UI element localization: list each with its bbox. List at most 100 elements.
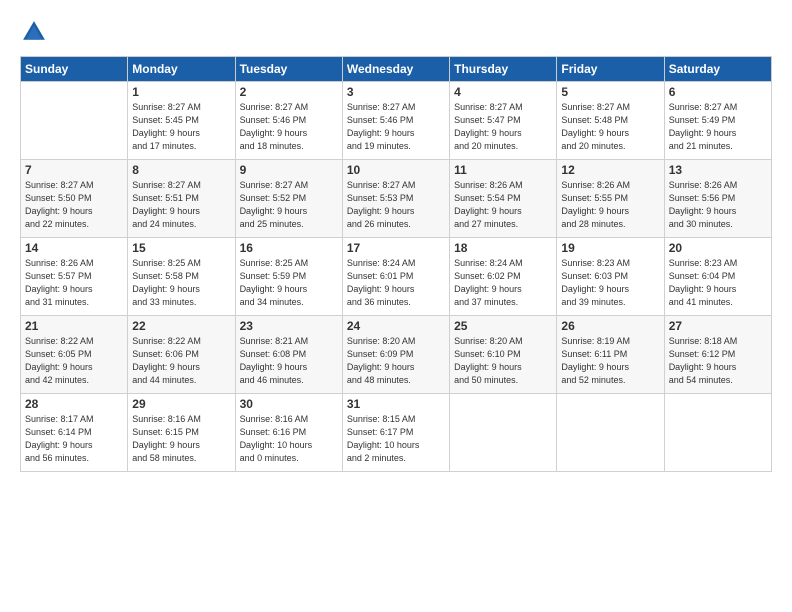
day-number: 6: [669, 85, 767, 99]
calendar-cell: [450, 394, 557, 472]
page: SundayMondayTuesdayWednesdayThursdayFrid…: [0, 0, 792, 612]
calendar-week-row: 21 Sunrise: 8:22 AM Sunset: 6:05 PM Dayli…: [21, 316, 772, 394]
day-number: 3: [347, 85, 445, 99]
weekday-header: Tuesday: [235, 57, 342, 82]
calendar-cell: 4 Sunrise: 8:27 AM Sunset: 5:47 PM Daylig…: [450, 82, 557, 160]
weekday-header: Wednesday: [342, 57, 449, 82]
day-info: Sunrise: 8:27 AM Sunset: 5:45 PM Dayligh…: [132, 101, 230, 153]
day-number: 5: [561, 85, 659, 99]
calendar-cell: 15 Sunrise: 8:25 AM Sunset: 5:58 PM Dayli…: [128, 238, 235, 316]
day-info: Sunrise: 8:27 AM Sunset: 5:47 PM Dayligh…: [454, 101, 552, 153]
calendar-cell: 16 Sunrise: 8:25 AM Sunset: 5:59 PM Dayli…: [235, 238, 342, 316]
calendar-week-row: 1 Sunrise: 8:27 AM Sunset: 5:45 PM Daylig…: [21, 82, 772, 160]
calendar-cell: 11 Sunrise: 8:26 AM Sunset: 5:54 PM Dayli…: [450, 160, 557, 238]
day-info: Sunrise: 8:22 AM Sunset: 6:05 PM Dayligh…: [25, 335, 123, 387]
day-info: Sunrise: 8:27 AM Sunset: 5:53 PM Dayligh…: [347, 179, 445, 231]
day-number: 15: [132, 241, 230, 255]
day-number: 10: [347, 163, 445, 177]
calendar-cell: 25Sunrise: 8:20 AM Sunset: 6:10 PM Dayli…: [450, 316, 557, 394]
calendar-cell: 2 Sunrise: 8:27 AM Sunset: 5:46 PM Daylig…: [235, 82, 342, 160]
day-number: 23: [240, 319, 338, 333]
logo-icon: [20, 18, 48, 46]
calendar-week-row: 7 Sunrise: 8:27 AM Sunset: 5:50 PM Daylig…: [21, 160, 772, 238]
calendar-cell: 31 Sunrise: 8:15 AM Sunset: 6:17 PM Dayli…: [342, 394, 449, 472]
calendar-cell: 6 Sunrise: 8:27 AM Sunset: 5:49 PM Daylig…: [664, 82, 771, 160]
day-number: 16: [240, 241, 338, 255]
calendar-week-row: 14Sunrise: 8:26 AM Sunset: 5:57 PM Dayli…: [21, 238, 772, 316]
day-number: 14: [25, 241, 123, 255]
day-info: Sunrise: 8:16 AM Sunset: 6:15 PM Dayligh…: [132, 413, 230, 465]
day-number: 12: [561, 163, 659, 177]
day-number: 31: [347, 397, 445, 411]
calendar-cell: 13 Sunrise: 8:26 AM Sunset: 5:56 PM Dayli…: [664, 160, 771, 238]
calendar-cell: 27Sunrise: 8:18 AM Sunset: 6:12 PM Dayli…: [664, 316, 771, 394]
day-info: Sunrise: 8:26 AM Sunset: 5:54 PM Dayligh…: [454, 179, 552, 231]
weekday-header: Friday: [557, 57, 664, 82]
calendar-cell: 14Sunrise: 8:26 AM Sunset: 5:57 PM Dayli…: [21, 238, 128, 316]
calendar-cell: 26Sunrise: 8:19 AM Sunset: 6:11 PM Dayli…: [557, 316, 664, 394]
weekday-header: Saturday: [664, 57, 771, 82]
day-info: Sunrise: 8:20 AM Sunset: 6:09 PM Dayligh…: [347, 335, 445, 387]
weekday-header: Sunday: [21, 57, 128, 82]
calendar-cell: 19Sunrise: 8:23 AM Sunset: 6:03 PM Dayli…: [557, 238, 664, 316]
calendar-cell: 22 Sunrise: 8:22 AM Sunset: 6:06 PM Dayli…: [128, 316, 235, 394]
day-number: 29: [132, 397, 230, 411]
calendar-cell: 8 Sunrise: 8:27 AM Sunset: 5:51 PM Daylig…: [128, 160, 235, 238]
calendar-cell: 29 Sunrise: 8:16 AM Sunset: 6:15 PM Dayli…: [128, 394, 235, 472]
day-info: Sunrise: 8:16 AM Sunset: 6:16 PM Dayligh…: [240, 413, 338, 465]
day-number: 25: [454, 319, 552, 333]
calendar-cell: 5 Sunrise: 8:27 AM Sunset: 5:48 PM Daylig…: [557, 82, 664, 160]
weekday-header-row: SundayMondayTuesdayWednesdayThursdayFrid…: [21, 57, 772, 82]
day-number: 26: [561, 319, 659, 333]
day-info: Sunrise: 8:24 AM Sunset: 6:01 PM Dayligh…: [347, 257, 445, 309]
calendar-cell: 12Sunrise: 8:26 AM Sunset: 5:55 PM Dayli…: [557, 160, 664, 238]
calendar-cell: 21 Sunrise: 8:22 AM Sunset: 6:05 PM Dayli…: [21, 316, 128, 394]
weekday-header: Thursday: [450, 57, 557, 82]
calendar-cell: 1 Sunrise: 8:27 AM Sunset: 5:45 PM Daylig…: [128, 82, 235, 160]
day-number: 28: [25, 397, 123, 411]
calendar-cell: 3 Sunrise: 8:27 AM Sunset: 5:46 PM Daylig…: [342, 82, 449, 160]
day-number: 7: [25, 163, 123, 177]
day-number: 17: [347, 241, 445, 255]
day-info: Sunrise: 8:25 AM Sunset: 5:59 PM Dayligh…: [240, 257, 338, 309]
day-info: Sunrise: 8:27 AM Sunset: 5:49 PM Dayligh…: [669, 101, 767, 153]
calendar-table: SundayMondayTuesdayWednesdayThursdayFrid…: [20, 56, 772, 472]
day-info: Sunrise: 8:27 AM Sunset: 5:51 PM Dayligh…: [132, 179, 230, 231]
calendar-cell: 7 Sunrise: 8:27 AM Sunset: 5:50 PM Daylig…: [21, 160, 128, 238]
day-info: Sunrise: 8:22 AM Sunset: 6:06 PM Dayligh…: [132, 335, 230, 387]
day-info: Sunrise: 8:17 AM Sunset: 6:14 PM Dayligh…: [25, 413, 123, 465]
calendar-cell: [21, 82, 128, 160]
day-info: Sunrise: 8:24 AM Sunset: 6:02 PM Dayligh…: [454, 257, 552, 309]
day-number: 9: [240, 163, 338, 177]
day-info: Sunrise: 8:27 AM Sunset: 5:48 PM Dayligh…: [561, 101, 659, 153]
day-info: Sunrise: 8:23 AM Sunset: 6:03 PM Dayligh…: [561, 257, 659, 309]
day-number: 21: [25, 319, 123, 333]
day-info: Sunrise: 8:26 AM Sunset: 5:56 PM Dayligh…: [669, 179, 767, 231]
calendar-cell: 30 Sunrise: 8:16 AM Sunset: 6:16 PM Dayli…: [235, 394, 342, 472]
day-number: 4: [454, 85, 552, 99]
day-info: Sunrise: 8:27 AM Sunset: 5:46 PM Dayligh…: [240, 101, 338, 153]
day-info: Sunrise: 8:23 AM Sunset: 6:04 PM Dayligh…: [669, 257, 767, 309]
calendar-week-row: 28 Sunrise: 8:17 AM Sunset: 6:14 PM Dayli…: [21, 394, 772, 472]
day-info: Sunrise: 8:27 AM Sunset: 5:46 PM Dayligh…: [347, 101, 445, 153]
day-number: 30: [240, 397, 338, 411]
header: [20, 18, 772, 46]
day-number: 13: [669, 163, 767, 177]
calendar-cell: 18Sunrise: 8:24 AM Sunset: 6:02 PM Dayli…: [450, 238, 557, 316]
calendar-cell: 10 Sunrise: 8:27 AM Sunset: 5:53 PM Dayli…: [342, 160, 449, 238]
day-number: 11: [454, 163, 552, 177]
day-info: Sunrise: 8:27 AM Sunset: 5:50 PM Dayligh…: [25, 179, 123, 231]
logo: [20, 18, 52, 46]
day-number: 22: [132, 319, 230, 333]
calendar-cell: 24Sunrise: 8:20 AM Sunset: 6:09 PM Dayli…: [342, 316, 449, 394]
calendar-cell: 23Sunrise: 8:21 AM Sunset: 6:08 PM Dayli…: [235, 316, 342, 394]
day-number: 8: [132, 163, 230, 177]
calendar-cell: [557, 394, 664, 472]
day-number: 2: [240, 85, 338, 99]
weekday-header: Monday: [128, 57, 235, 82]
day-info: Sunrise: 8:18 AM Sunset: 6:12 PM Dayligh…: [669, 335, 767, 387]
day-info: Sunrise: 8:15 AM Sunset: 6:17 PM Dayligh…: [347, 413, 445, 465]
calendar-cell: 28 Sunrise: 8:17 AM Sunset: 6:14 PM Dayli…: [21, 394, 128, 472]
day-info: Sunrise: 8:25 AM Sunset: 5:58 PM Dayligh…: [132, 257, 230, 309]
day-number: 1: [132, 85, 230, 99]
